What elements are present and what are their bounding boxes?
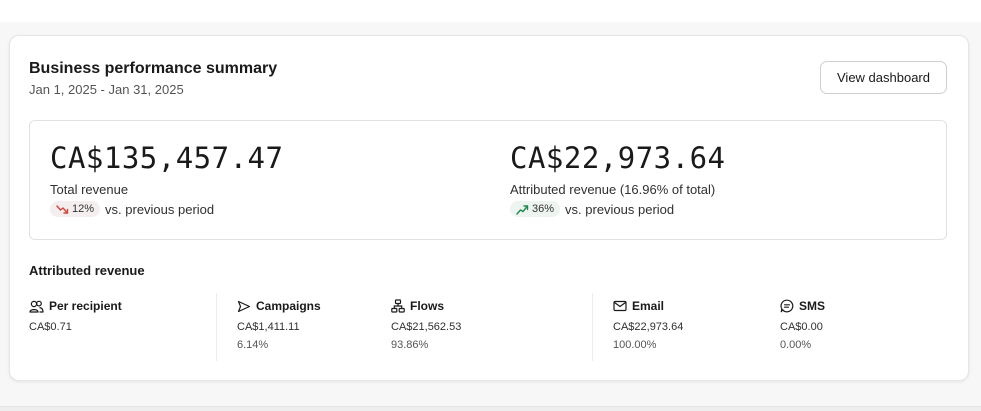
- column-value: CA$0.00: [780, 321, 823, 333]
- column-divider: [216, 293, 217, 361]
- total-revenue-delta: 12% vs. previous period: [50, 201, 214, 217]
- comparison-text: vs. previous period: [565, 201, 675, 217]
- comparison-text: vs. previous period: [105, 201, 215, 217]
- column-percent: 93.86%: [391, 339, 429, 351]
- next-section-edge: [0, 406, 981, 411]
- column-title: Email: [613, 299, 683, 313]
- revenue-metrics-panel: CA$135,457.47 Total revenue 12% vs. prev…: [29, 120, 947, 240]
- column-title-text: Flows: [410, 299, 445, 313]
- email-column: Email CA$22,973.64 100.00%: [613, 299, 683, 351]
- column-percent: 100.00%: [613, 339, 657, 351]
- column-value: CA$22,973.64: [613, 321, 684, 333]
- column-title-text: SMS: [799, 299, 826, 313]
- column-title-text: Campaigns: [256, 299, 321, 313]
- sms-icon: [780, 299, 794, 313]
- trend-up-icon: [516, 204, 529, 215]
- email-icon: [613, 300, 627, 312]
- column-title: Per recipient: [29, 299, 122, 313]
- change-percent: 12%: [72, 203, 95, 215]
- flows-icon: [391, 299, 405, 313]
- attributed-revenue-heading: Attributed revenue: [29, 263, 145, 278]
- attributed-revenue-label: Attributed revenue (16.96% of total): [510, 182, 716, 197]
- card-title: Business performance summary: [29, 60, 278, 77]
- column-title: Flows: [391, 299, 461, 313]
- column-title: SMS: [780, 299, 825, 313]
- send-icon: [237, 300, 251, 312]
- flows-column: Flows CA$21,562.53 93.86%: [391, 299, 461, 351]
- per-recipient-column: Per recipient CA$0.71: [29, 299, 122, 333]
- view-dashboard-button[interactable]: View dashboard: [820, 61, 947, 94]
- column-title-text: Per recipient: [49, 299, 122, 313]
- change-percent: 36%: [532, 203, 555, 215]
- business-performance-card: Business performance summary Jan 1, 2025…: [9, 35, 969, 381]
- column-value: CA$21,562.53: [391, 321, 462, 333]
- column-value: CA$1,411.11: [237, 321, 300, 333]
- column-value: CA$0.71: [29, 321, 72, 333]
- users-icon: [29, 300, 44, 313]
- column-title-text: Email: [632, 299, 665, 313]
- column-divider: [592, 293, 593, 361]
- change-badge: 12%: [50, 201, 101, 217]
- attributed-revenue-delta: 36% vs. previous period: [510, 201, 674, 217]
- top-band: [0, 0, 981, 22]
- sms-column: SMS CA$0.00 0.00%: [780, 299, 825, 351]
- campaigns-column: Campaigns CA$1,411.11 6.14%: [237, 299, 321, 351]
- column-percent: 6.14%: [237, 339, 269, 351]
- column-title: Campaigns: [237, 299, 321, 313]
- total-revenue-label: Total revenue: [50, 182, 129, 197]
- change-badge: 36%: [510, 201, 561, 217]
- date-range: Jan 1, 2025 - Jan 31, 2025: [29, 82, 184, 97]
- column-percent: 0.00%: [780, 339, 812, 351]
- trend-down-icon: [56, 204, 69, 214]
- attributed-revenue-value: CA$22,973.64: [510, 141, 726, 175]
- total-revenue-value: CA$135,457.47: [50, 141, 284, 175]
